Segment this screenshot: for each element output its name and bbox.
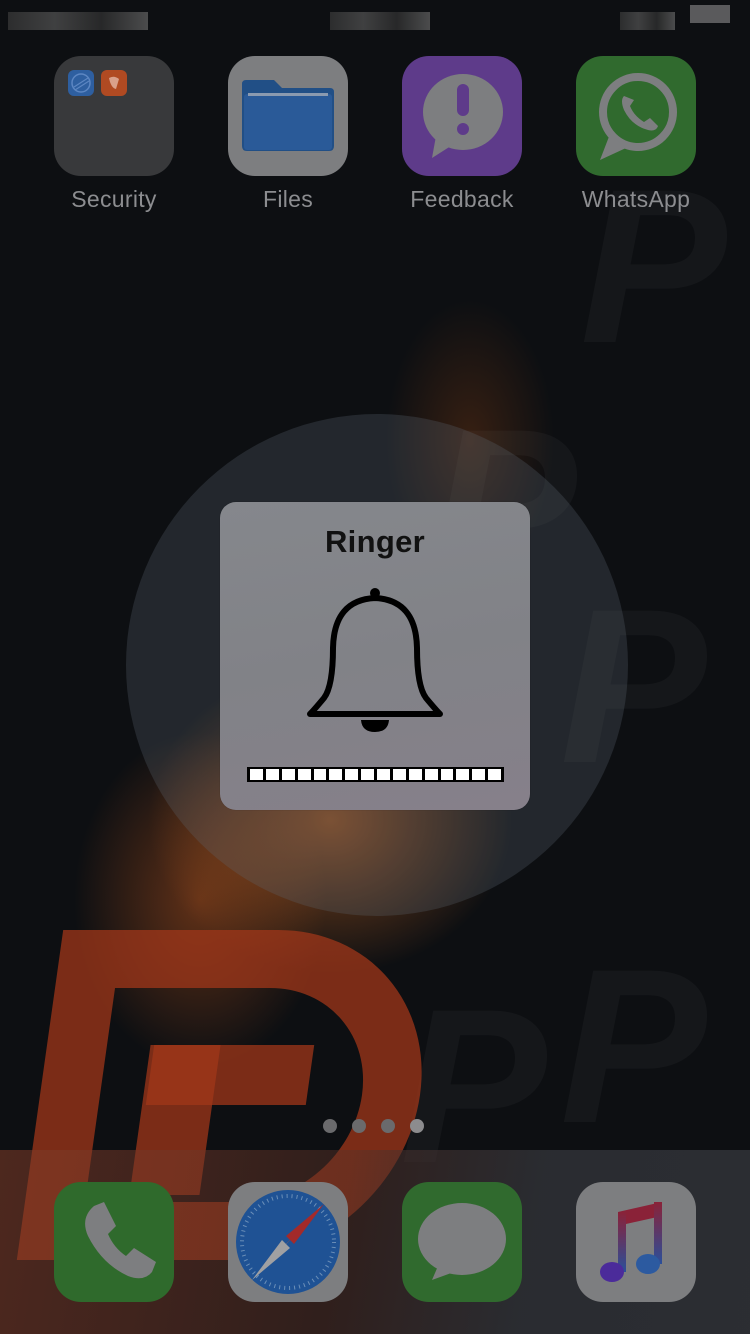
dock-app-phone[interactable] bbox=[54, 1182, 174, 1302]
page-indicator[interactable] bbox=[0, 1119, 750, 1133]
volume-segment bbox=[377, 769, 390, 780]
app-label: Feedback bbox=[410, 186, 514, 212]
dock-app-music[interactable] bbox=[576, 1182, 696, 1302]
page-dot[interactable] bbox=[352, 1119, 366, 1133]
folder-icon bbox=[54, 56, 174, 176]
volume-segment bbox=[281, 769, 295, 780]
app-label: WhatsApp bbox=[581, 186, 691, 212]
ringer-title: Ringer bbox=[325, 524, 425, 559]
volume-segment bbox=[408, 769, 422, 780]
volume-segment bbox=[297, 769, 311, 780]
volume-segment bbox=[345, 769, 359, 780]
dock-app-messages[interactable] bbox=[402, 1182, 522, 1302]
shield-app-icon bbox=[101, 70, 127, 96]
volume-segment bbox=[440, 769, 454, 780]
page-dot[interactable] bbox=[381, 1119, 395, 1133]
status-icons-blurred bbox=[620, 12, 675, 30]
message-bubble-icon bbox=[402, 1182, 522, 1302]
volume-segment bbox=[424, 769, 438, 780]
app-whatsapp[interactable]: WhatsApp bbox=[576, 56, 696, 213]
app-label: Security bbox=[71, 186, 157, 212]
volume-segment bbox=[361, 769, 374, 780]
app-label: Files bbox=[262, 186, 314, 212]
app-security-folder[interactable]: Security bbox=[54, 56, 174, 213]
volume-segment bbox=[265, 769, 279, 780]
volume-segment bbox=[488, 769, 501, 780]
time-blurred bbox=[330, 12, 430, 30]
bell-icon bbox=[307, 588, 443, 732]
volume-segment bbox=[456, 769, 470, 780]
whatsapp-phone-bubble-icon bbox=[576, 56, 696, 176]
dock bbox=[0, 1150, 750, 1334]
ringer-volume-bar bbox=[247, 767, 504, 782]
ringer-hud: Ringer bbox=[220, 502, 530, 810]
battery-icon bbox=[690, 5, 730, 23]
status-bar bbox=[0, 0, 750, 40]
wallpaper-watermark: P bbox=[560, 920, 707, 1173]
app-feedback[interactable]: Feedback bbox=[402, 56, 522, 213]
folder-icon bbox=[228, 56, 348, 176]
volume-segment bbox=[250, 769, 263, 780]
dock-app-safari[interactable] bbox=[228, 1182, 348, 1302]
phone-icon bbox=[54, 1182, 174, 1302]
globe-app-icon bbox=[68, 70, 94, 96]
page-dot[interactable] bbox=[323, 1119, 337, 1133]
page-dot[interactable] bbox=[410, 1119, 424, 1133]
volume-segment bbox=[313, 769, 327, 780]
feedback-exclamation-bubble-icon bbox=[402, 56, 522, 176]
compass-icon bbox=[228, 1182, 348, 1302]
volume-segment bbox=[472, 769, 486, 780]
volume-segment bbox=[392, 769, 406, 780]
music-note-icon bbox=[576, 1182, 696, 1302]
carrier-signal-blurred bbox=[8, 12, 148, 30]
volume-segment bbox=[329, 769, 343, 780]
app-files[interactable]: Files bbox=[228, 56, 348, 213]
